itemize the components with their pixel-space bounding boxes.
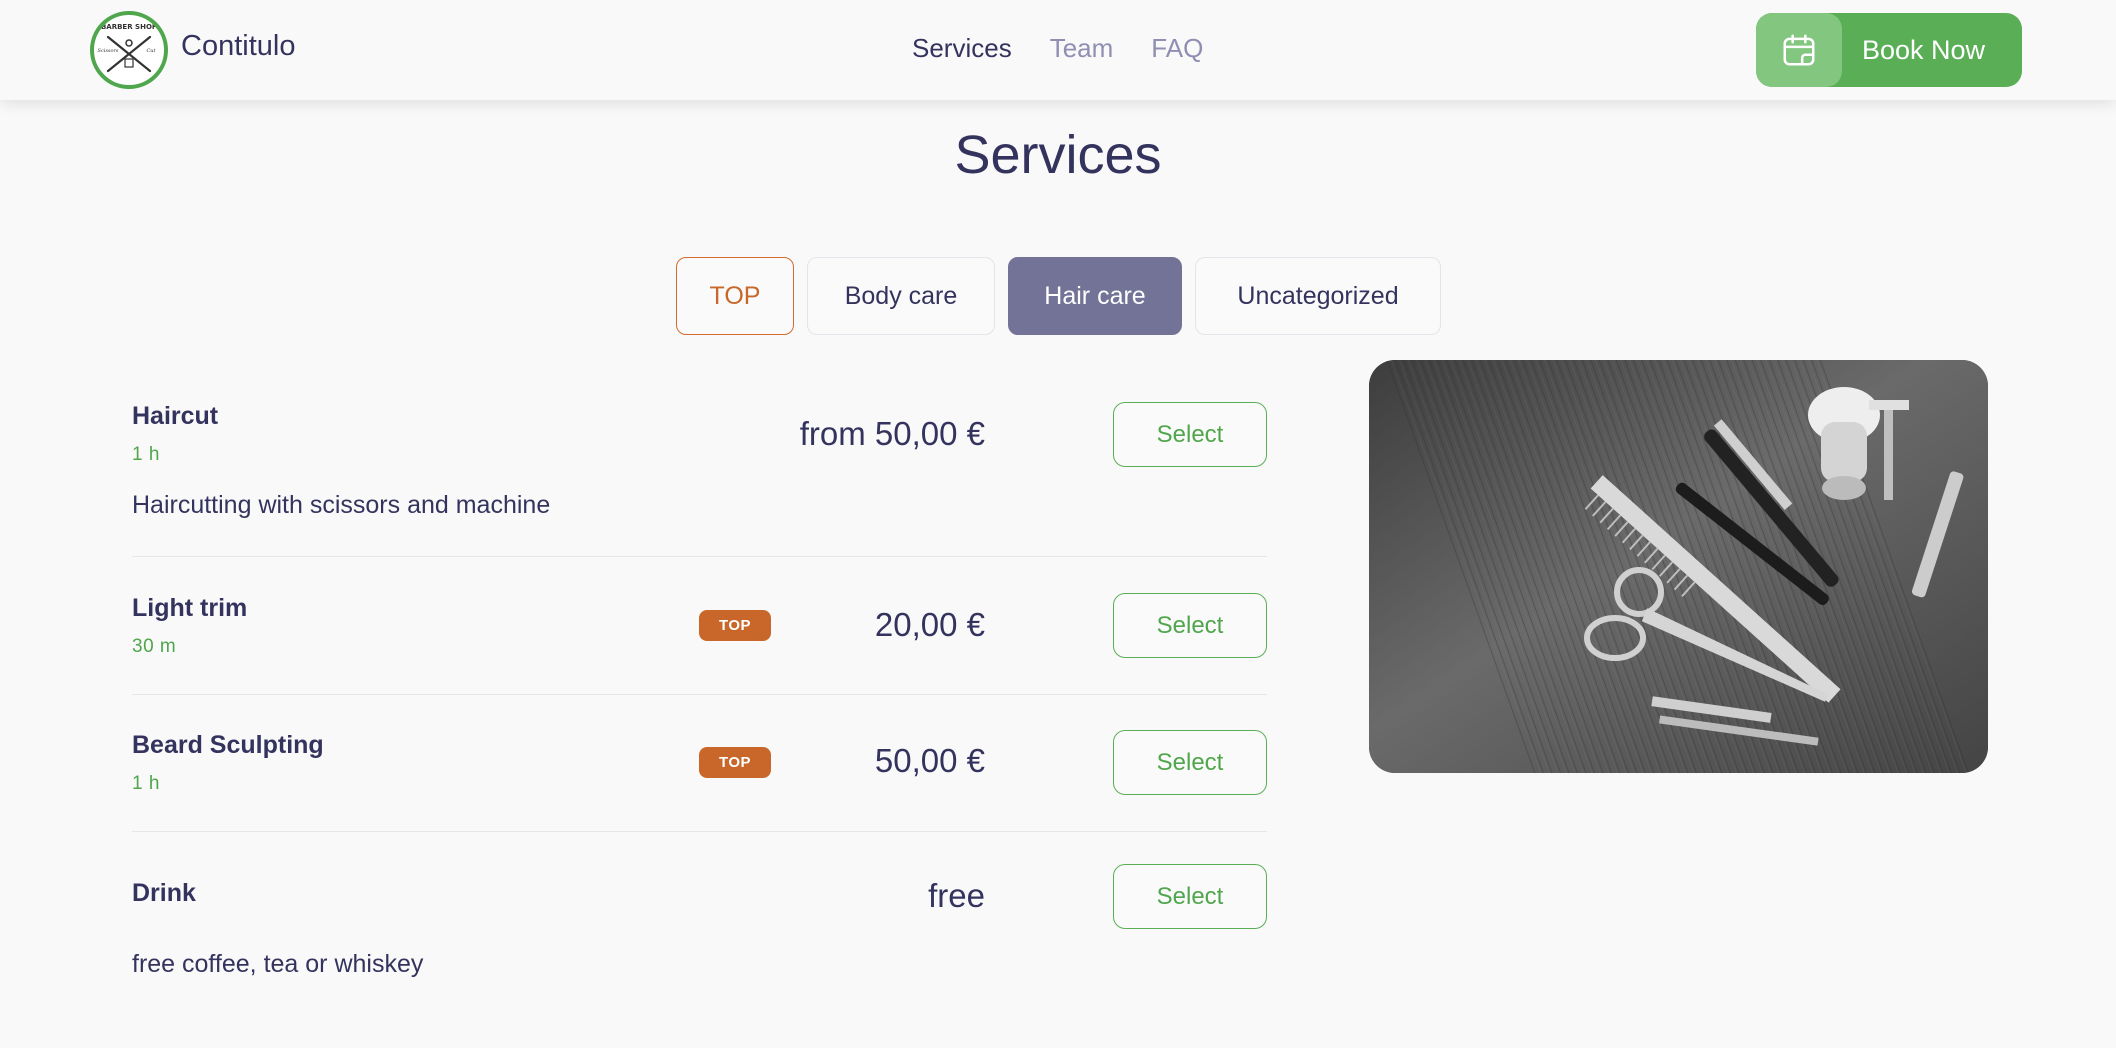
service-duration: 1 h — [132, 773, 160, 794]
logo-text-right: Cut — [146, 48, 156, 54]
service-description: free coffee, tea or whiskey — [132, 950, 424, 978]
service-duration: 1 h — [132, 444, 160, 465]
service-price: free — [928, 877, 985, 914]
select-button[interactable]: Select — [1113, 864, 1267, 929]
calendar-icon — [1756, 13, 1842, 87]
barber-tools-image — [1369, 360, 1988, 773]
service-name: Light trim — [132, 594, 248, 622]
service-item-drink: Drink free coffee, tea or whiskey free S… — [132, 832, 1267, 992]
top-badge: TOP — [699, 747, 771, 778]
select-button[interactable]: Select — [1113, 730, 1267, 795]
top-badge: TOP — [699, 610, 771, 641]
service-name: Haircut — [132, 402, 219, 430]
service-price: from 50,00 € — [799, 415, 985, 452]
tab-body-care[interactable]: Body care — [807, 257, 995, 335]
tab-hair-care[interactable]: Hair care — [1008, 257, 1182, 335]
category-tabs: TOP Body care Hair care Uncategorized — [676, 257, 1441, 335]
service-list: Haircut 1 h Haircutting with scissors an… — [132, 360, 1267, 992]
nav-faq[interactable]: FAQ — [1151, 33, 1203, 64]
site-header: BARBER SHOP Scissors Cut Contitulo Servi… — [0, 0, 2116, 100]
service-price: 20,00 € — [874, 606, 985, 643]
main-nav: Services Team FAQ — [912, 33, 1203, 64]
logo-text-left: Scissors — [98, 48, 119, 54]
select-button[interactable]: Select — [1113, 402, 1267, 467]
service-name: Drink — [132, 879, 196, 907]
tab-uncategorized[interactable]: Uncategorized — [1195, 257, 1441, 335]
book-now-label: Book Now — [1862, 34, 1986, 65]
nav-team[interactable]: Team — [1050, 33, 1114, 64]
select-button[interactable]: Select — [1113, 593, 1267, 658]
barber-shop-logo[interactable]: BARBER SHOP Scissors Cut — [90, 11, 168, 89]
service-price: 50,00 € — [874, 742, 985, 779]
brand-name[interactable]: Contitulo — [181, 30, 295, 63]
page-title: Services — [954, 125, 1162, 185]
service-item-light-trim: Light trim 30 m TOP 20,00 € Select — [132, 557, 1267, 695]
service-item-beard-sculpting: Beard Sculpting 1 h TOP 50,00 € Select — [132, 695, 1267, 832]
tab-top[interactable]: TOP — [676, 257, 794, 335]
service-description: Haircutting with scissors and machine — [132, 491, 551, 519]
nav-services[interactable]: Services — [912, 33, 1012, 64]
service-item-haircut: Haircut 1 h Haircutting with scissors an… — [132, 360, 1267, 557]
book-now-button[interactable]: Book Now — [1756, 13, 2022, 87]
service-name: Beard Sculpting — [132, 731, 324, 759]
service-duration: 30 m — [132, 636, 177, 657]
logo-text-top: BARBER SHOP — [101, 23, 157, 31]
